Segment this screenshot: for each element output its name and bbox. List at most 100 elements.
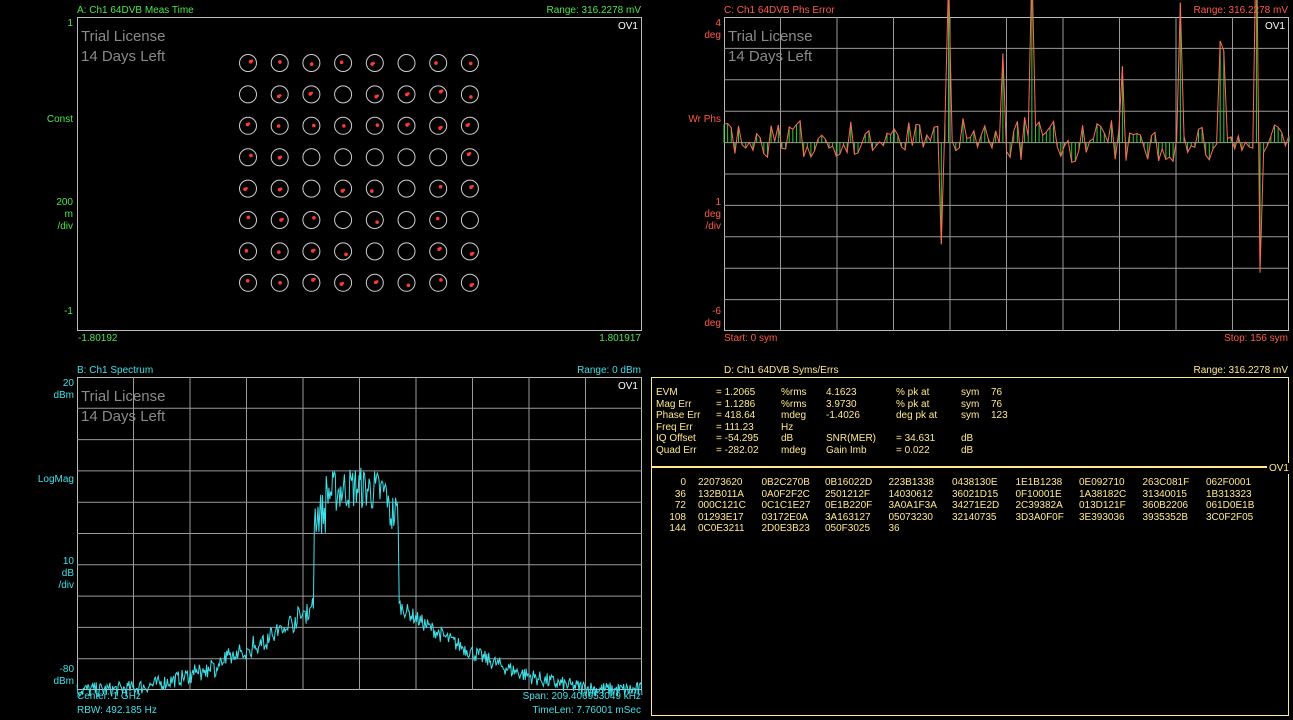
measured-symbol-point [407, 122, 410, 126]
measured-symbol-point [471, 251, 475, 255]
measured-symbol-point [342, 188, 346, 192]
watermark-line1: Trial License [81, 28, 166, 45]
metric-cell: sym [961, 398, 980, 410]
y-scale-value: 10 [62, 556, 74, 567]
metric-cell: %rms [781, 398, 807, 410]
symbol-cell: 3935352B [1142, 511, 1189, 523]
ideal-symbol-circle [365, 116, 384, 135]
metric-cell: = 34.631 [896, 433, 936, 444]
metric-cell: -1.4026 [826, 410, 860, 421]
overload-indicator-a: OV1 [617, 21, 638, 32]
metric-cell: 76 [991, 387, 1003, 398]
metric-cell: dB [961, 444, 974, 456]
y-scale-unit: dB [61, 568, 74, 579]
metric-cell: Freq Err [656, 421, 693, 433]
pane-d-title[interactable]: D: Ch1 64DVB Syms/Errs [724, 365, 838, 376]
measured-symbol-point [471, 184, 474, 188]
symbol-cell: 36 [674, 488, 686, 500]
metric-cell: dB [961, 433, 974, 444]
ideal-symbol-circle [302, 179, 321, 198]
ideal-symbol-circle [429, 54, 448, 72]
pane-b-spectrum[interactable]: B: Ch1 Spectrum Range: 0 dBm Trial Licen… [0, 360, 646, 720]
metric-cell: = -282.02 [716, 444, 759, 456]
watermark-line1: Trial License [81, 388, 166, 405]
y-axis-format[interactable]: LogMag [38, 474, 74, 485]
ideal-symbol-circle [397, 179, 416, 198]
symbol-cell: 144 [669, 523, 686, 534]
measured-symbol-point [375, 220, 379, 224]
pane-c-phase-error[interactable]: C: Ch1 64DVB Phs Error Range: 316.2278 m… [646, 0, 1293, 360]
ideal-symbol-circle [302, 116, 321, 135]
ideal-symbol-circle [365, 179, 384, 198]
metric-row: Mag Err = 1.1286 %rms 3.9730 % pk at sym 76 [656, 399, 1036, 411]
measured-symbol-point [406, 283, 411, 288]
y-top-value: 4 [715, 18, 721, 29]
symbol-cell: 3C0F2F05 [1206, 511, 1254, 523]
measured-symbol-point [468, 151, 472, 155]
metric-cell: sym [961, 410, 980, 421]
measured-symbol-point [440, 125, 443, 129]
metric-cell: = 1.1286 [716, 398, 756, 410]
measured-symbol-point [376, 94, 379, 97]
measured-symbol-point [310, 91, 313, 95]
y-scale-div: /div [57, 221, 73, 232]
measured-symbol-point [278, 60, 282, 64]
measured-symbol-point [341, 281, 345, 285]
ideal-symbol-circle [429, 148, 448, 167]
ideal-symbol-circle [429, 116, 448, 135]
measured-symbol-point [375, 123, 380, 127]
pane-d-syms-errs[interactable]: D: Ch1 64DVB Syms/Errs Range: 316.2278 m… [646, 360, 1293, 720]
measured-symbol-point [312, 123, 316, 128]
symbol-cell: 2C39382A [1015, 500, 1063, 511]
metric-cell: % pk at [896, 387, 930, 398]
symbol-cell: 36021D15 [952, 488, 999, 500]
symbol-cell: 013D121F [1079, 500, 1126, 511]
metric-cell: %rms [781, 387, 807, 398]
x-axis-left: -1.80192 [78, 333, 118, 344]
metric-cell: mdeg [781, 410, 807, 421]
metric-row: Freq Err = 111.23 Hz [656, 422, 1036, 434]
pane-a-constellation[interactable]: A: Ch1 64DVB Meas Time Range: 316.2278 m… [0, 0, 646, 360]
y-axis-bottom: -1 [64, 306, 73, 317]
measured-symbol-point [246, 215, 251, 220]
symbol-cell: 0A0F2F2C [761, 488, 810, 500]
ideal-symbol-circle [302, 211, 321, 229]
symbol-cell: 14030612 [888, 488, 934, 500]
measured-symbol-point [342, 124, 346, 128]
symbol-cell: 2501212F [825, 488, 871, 500]
measured-symbol-point [439, 246, 442, 250]
symbol-cell: 22073620 [698, 477, 743, 488]
measured-symbol-point [278, 281, 282, 285]
measured-symbol-point [313, 277, 316, 281]
pane-d-range[interactable]: Range: 316.2278 mV [1193, 365, 1288, 376]
y-scale-value: 200 [56, 197, 73, 208]
y-axis-format[interactable]: Const [47, 114, 73, 125]
span[interactable]: Span: 209.406953049 kHz [523, 691, 641, 702]
symbol-cell: 108 [669, 511, 686, 523]
rbw[interactable]: RBW: 492.185 Hz [77, 705, 157, 716]
center-frequency[interactable]: Center: 1 GHz [77, 691, 141, 702]
symbol-cell: 03172E0A [761, 511, 809, 523]
watermark-line1: Trial License [728, 28, 813, 45]
symbol-cell: 061D0E1B [1206, 500, 1255, 511]
y-axis-top: 4 deg [704, 18, 721, 42]
y-axis-scale: 10 dB /div [58, 556, 74, 592]
ideal-symbol-circle [334, 211, 353, 229]
time-length[interactable]: TimeLen: 7.76001 mSec [532, 705, 641, 716]
y-bottom-value: -80 [59, 664, 74, 675]
metric-cell: = 111.23 [716, 421, 754, 433]
ideal-symbol-circle [460, 116, 479, 135]
ideal-symbol-circle [397, 54, 416, 72]
overload-indicator-d: OV1 [1266, 463, 1289, 474]
measured-symbol-point [249, 153, 253, 158]
symbol-cell: 1B313323 [1206, 488, 1252, 500]
y-bottom-unit: dBm [53, 676, 74, 687]
symbol-cell: 3A0A1F3A [888, 500, 937, 511]
ideal-symbol-circle [334, 179, 353, 198]
measured-symbol-point [276, 124, 281, 128]
y-bottom-unit: deg [704, 318, 721, 329]
watermark-c: Trial License 14 Days Left [728, 27, 812, 67]
metric-cell: IQ Offset [656, 433, 696, 444]
measured-symbol-point [245, 187, 248, 190]
y-axis-format[interactable]: Wr Phs [688, 114, 721, 125]
